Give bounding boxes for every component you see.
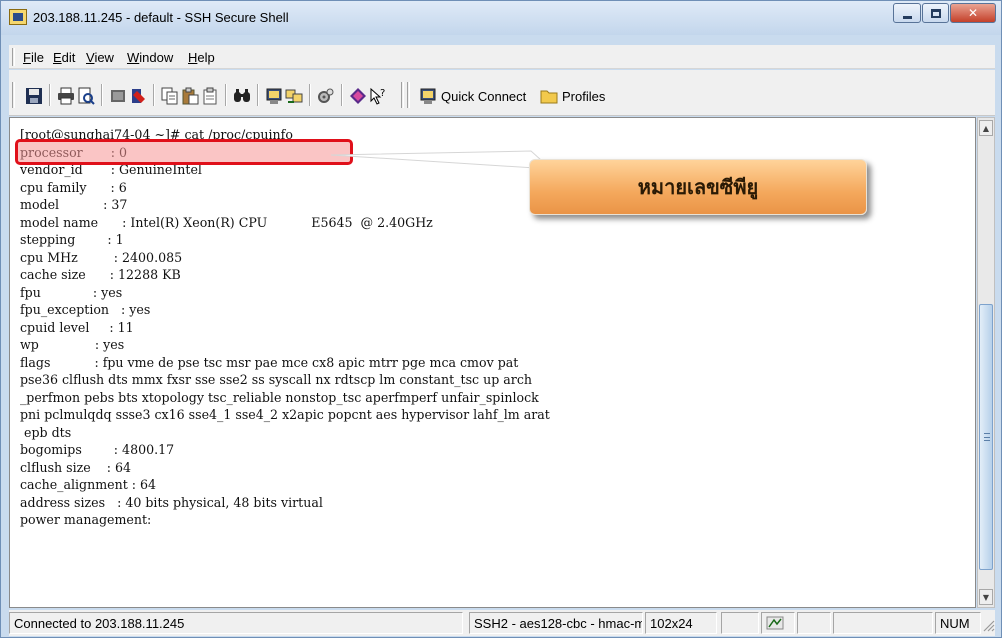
toolbar-separator xyxy=(341,84,343,106)
toolbar-grip[interactable] xyxy=(401,82,404,108)
help-icon[interactable] xyxy=(349,87,367,105)
stop-icon[interactable] xyxy=(109,87,127,105)
terminal-line: bogomips : 4800.17 xyxy=(20,442,175,457)
grip-icon xyxy=(984,433,990,441)
status-activity-cell xyxy=(761,612,795,634)
toolbar-separator xyxy=(49,84,51,106)
status-size: 102x24 xyxy=(645,612,717,634)
title-bar[interactable]: 203.188.11.245 - default - SSH Secure Sh… xyxy=(1,1,1001,35)
status-cipher: SSH2 - aes128-cbc - hmac-md5 - nc xyxy=(469,612,643,634)
close-button[interactable]: ✕ xyxy=(950,3,996,23)
find-icon[interactable] xyxy=(233,87,251,105)
terminal-line: cpuid level : 11 xyxy=(20,319,134,335)
terminal-line: cpu MHz : 2400.085 xyxy=(20,249,183,265)
chevron-up-icon: ▲ xyxy=(982,123,990,133)
close-icon: ✕ xyxy=(967,6,979,20)
copy-icon[interactable] xyxy=(161,87,179,105)
context-help-icon[interactable]: ? xyxy=(369,87,387,105)
status-blank-3 xyxy=(833,612,933,634)
terminal-line: cache size : 12288 KB xyxy=(20,267,181,282)
print-preview-icon[interactable] xyxy=(77,87,95,105)
new-file-transfer-icon[interactable] xyxy=(285,87,303,105)
callout-pointer xyxy=(331,150,551,169)
window-title: 203.188.11.245 - default - SSH Secure Sh… xyxy=(33,10,289,25)
quick-connect-button[interactable]: Quick Connect xyxy=(441,89,526,104)
terminal-line: pse36 clflush dts mmx fxsr sse sse2 ss s… xyxy=(20,372,532,387)
save-icon[interactable] xyxy=(25,87,43,105)
callout-box: หมายเลขซีพียู xyxy=(529,159,867,215)
terminal-line: clflush size : 64 xyxy=(20,459,132,475)
processor-highlight xyxy=(15,139,353,165)
terminal-line: model : 37 xyxy=(20,197,128,212)
minimize-icon xyxy=(902,15,912,19)
menu-grip[interactable] xyxy=(12,48,15,66)
status-bar: Connected to 203.188.11.245 SSH2 - aes12… xyxy=(9,610,995,636)
terminal-line: wp : yes xyxy=(20,337,125,352)
terminal-line: flags : fpu vme de pse tsc msr pae mce c… xyxy=(20,354,519,370)
terminal-line: stepping : 1 xyxy=(20,232,124,247)
toolbar-separator xyxy=(309,84,311,106)
toolbar-grip[interactable] xyxy=(407,82,410,108)
terminal-line: pni pclmulqdq ssse3 cx16 sse4_1 sse4_2 x… xyxy=(20,407,550,422)
svg-text:?: ? xyxy=(380,88,385,99)
status-num: NUM xyxy=(935,612,981,634)
callout-label: หมายเลขซีพียู xyxy=(637,175,759,199)
maximize-icon xyxy=(930,8,941,18)
terminal-line: epb dts xyxy=(20,424,72,440)
terminal-line: _perfmon pebs bts xtopology tsc_reliable… xyxy=(20,389,539,405)
maximize-button[interactable] xyxy=(922,3,949,23)
ssh-window: 203.188.11.245 - default - SSH Secure Sh… xyxy=(0,0,1002,638)
folder-icon[interactable] xyxy=(540,87,558,105)
terminal-line: fpu : yes xyxy=(20,284,123,300)
vertical-scrollbar[interactable]: ▲ ▼ xyxy=(977,117,995,608)
app-icon[interactable] xyxy=(9,9,27,25)
scroll-up-button[interactable]: ▲ xyxy=(979,120,993,136)
quick-connect-icon[interactable] xyxy=(419,87,437,105)
scroll-down-button[interactable]: ▼ xyxy=(979,589,993,605)
clear-icon[interactable] xyxy=(129,87,147,105)
menu-window[interactable]: Window xyxy=(127,50,173,65)
terminal-output: [root@sunghai74-04 ~]# cat /proc/cpuinfo… xyxy=(20,126,550,529)
menu-file[interactable]: File xyxy=(23,50,44,65)
toolbar: ? Quick Connect Profiles xyxy=(9,70,995,116)
terminal-line: address sizes : 40 bits physical, 48 bit… xyxy=(20,494,323,510)
settings-icon[interactable] xyxy=(317,87,335,105)
toolbar-separator xyxy=(257,84,259,106)
activity-icon xyxy=(766,616,784,630)
menu-edit[interactable]: Edit xyxy=(53,50,75,65)
paste-icon[interactable] xyxy=(181,87,199,105)
profiles-button[interactable]: Profiles xyxy=(562,89,605,104)
menu-view[interactable]: View xyxy=(86,50,114,65)
terminal-line: power management: xyxy=(20,512,152,527)
paste-alt-icon[interactable] xyxy=(201,87,219,105)
menu-bar: File Edit View Window Help xyxy=(9,45,995,69)
status-blank-1 xyxy=(721,612,759,634)
scroll-thumb[interactable] xyxy=(979,304,993,570)
toolbar-separator xyxy=(101,84,103,106)
resize-grip-icon[interactable] xyxy=(983,620,995,632)
minimize-button[interactable] xyxy=(893,3,921,23)
menu-help[interactable]: Help xyxy=(188,50,215,65)
terminal-line: cpu family : 6 xyxy=(20,179,127,195)
status-connection: Connected to 203.188.11.245 xyxy=(9,612,463,634)
new-terminal-icon[interactable] xyxy=(265,87,283,105)
terminal-line: model name : Intel(R) Xeon(R) CPU E5645 … xyxy=(20,214,433,230)
terminal-line: cache_alignment : 64 xyxy=(20,477,157,492)
toolbar-separator xyxy=(225,84,227,106)
status-blank-2 xyxy=(797,612,831,634)
toolbar-grip[interactable] xyxy=(12,82,15,108)
terminal-line: fpu_exception : yes xyxy=(20,302,151,317)
toolbar-separator xyxy=(153,84,155,106)
chevron-down-icon: ▼ xyxy=(982,592,990,602)
print-icon[interactable] xyxy=(57,87,75,105)
